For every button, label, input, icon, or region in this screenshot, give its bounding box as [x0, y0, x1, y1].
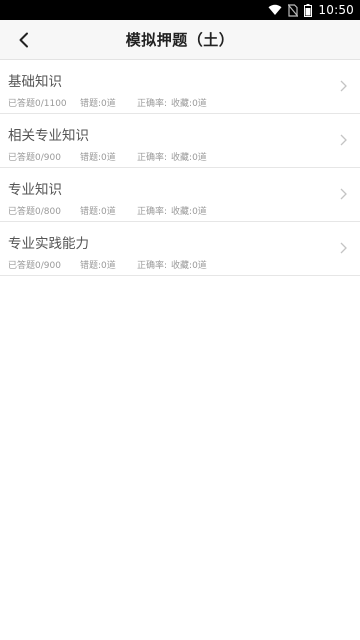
list-item-professional-knowledge[interactable]: 专业知识 已答题0/800 错题:0道 正确率: 收藏:0道	[0, 168, 360, 222]
item-stats: 已答题0/900 错题:0道 正确率: 收藏:0道	[8, 150, 207, 163]
wifi-icon	[268, 4, 282, 16]
item-stats: 已答题0/800 错题:0道 正确率: 收藏:0道	[8, 204, 207, 217]
list-item-basic-knowledge[interactable]: 基础知识 已答题0/1100 错题:0道 正确率: 收藏:0道	[0, 60, 360, 114]
favorites-count: 收藏:0道	[171, 99, 207, 109]
chevron-right-icon	[338, 187, 348, 201]
wrong-count: 错题:0道	[80, 153, 116, 163]
item-title: 专业知识	[8, 182, 62, 198]
subject-list: 基础知识 已答题0/1100 错题:0道 正确率: 收藏:0道 相关专业知识 已答题0…	[0, 60, 360, 276]
answered-count: 已答题0/900	[8, 261, 61, 271]
correct-rate: 正确率:	[137, 207, 168, 217]
answered-count: 已答题0/800	[8, 207, 61, 217]
clock: 10:50	[318, 3, 354, 17]
wrong-count: 错题:0道	[80, 99, 116, 109]
wrong-count: 错题:0道	[80, 207, 116, 217]
chevron-right-icon	[338, 241, 348, 255]
chevron-left-icon	[19, 32, 28, 48]
no-sim-icon	[288, 3, 299, 17]
answered-count: 已答题0/1100	[8, 99, 67, 109]
favorites-count: 收藏:0道	[171, 261, 207, 271]
status-bar: 10:50	[0, 0, 360, 20]
list-item-professional-practice[interactable]: 专业实践能力 已答题0/900 错题:0道 正确率: 收藏:0道	[0, 222, 360, 276]
answered-count: 已答题0/900	[8, 153, 61, 163]
chevron-right-icon	[338, 79, 348, 93]
correct-rate: 正确率:	[137, 261, 168, 271]
favorites-count: 收藏:0道	[171, 153, 207, 163]
app-header: 模拟押题（土）	[0, 20, 360, 60]
battery-icon	[304, 3, 313, 17]
correct-rate: 正确率:	[137, 99, 168, 109]
wrong-count: 错题:0道	[80, 261, 116, 271]
favorites-count: 收藏:0道	[171, 207, 207, 217]
correct-rate: 正确率:	[137, 153, 168, 163]
item-title: 基础知识	[8, 74, 62, 90]
chevron-right-icon	[338, 133, 348, 147]
page-title: 模拟押题（土）	[125, 31, 235, 49]
item-stats: 已答题0/900 错题:0道 正确率: 收藏:0道	[8, 258, 207, 271]
back-button[interactable]	[8, 24, 40, 56]
item-stats: 已答题0/1100 错题:0道 正确率: 收藏:0道	[8, 96, 207, 109]
list-item-related-professional-knowledge[interactable]: 相关专业知识 已答题0/900 错题:0道 正确率: 收藏:0道	[0, 114, 360, 168]
item-title: 相关专业知识	[8, 128, 89, 144]
item-title: 专业实践能力	[8, 236, 89, 252]
